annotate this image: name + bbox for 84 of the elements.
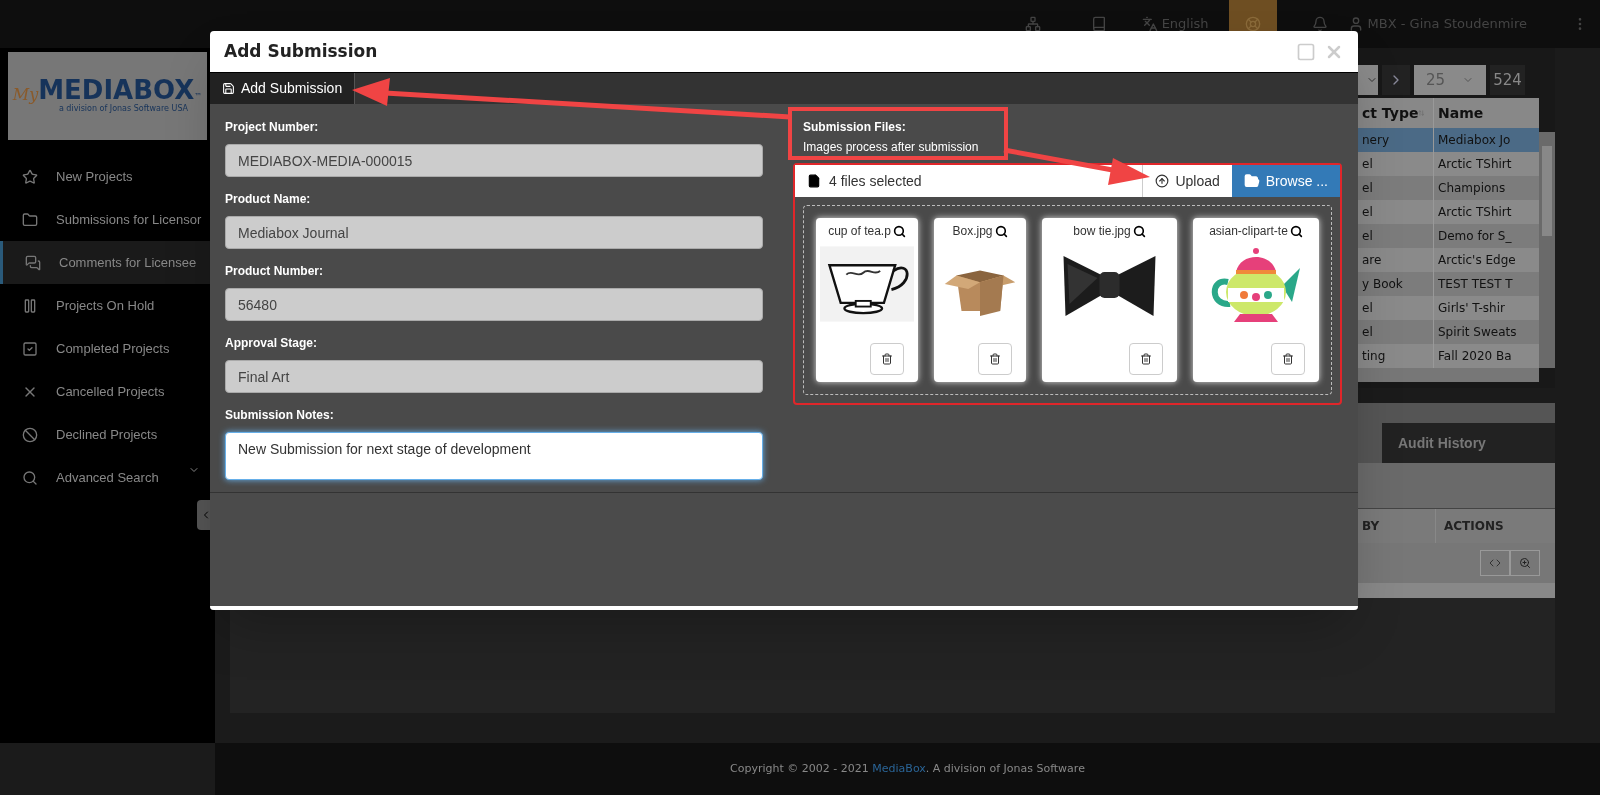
save-button[interactable]: Add Submission (210, 73, 356, 104)
files-hint: Images process after submission (802, 139, 979, 156)
table-cell-text: el (1361, 324, 1374, 341)
delete-button[interactable] (1271, 343, 1305, 375)
file-name: cup of tea.p (828, 223, 891, 240)
search-icon[interactable] (1289, 225, 1303, 238)
sidebar-item[interactable]: Cancelled Projects (0, 370, 215, 413)
table-row[interactable]: el Champions (1358, 176, 1539, 200)
comments-icon (25, 254, 41, 271)
folder-icon (1243, 173, 1260, 189)
file-name: bow tie.jpg (1073, 223, 1131, 240)
table-row[interactable]: el Spirit Sweats (1358, 320, 1539, 344)
table-row[interactable]: are Arctic's Edge (1358, 248, 1539, 272)
search-icon (22, 469, 38, 486)
table-cell-text: el (1361, 228, 1374, 245)
sidebar-item[interactable]: Declined Projects (0, 413, 215, 456)
tab[interactable]: Audit History (1382, 423, 1555, 463)
table-row[interactable]: el Arctic TShirt (1358, 200, 1539, 224)
browse-button[interactable]: Browse ... (1231, 165, 1340, 197)
dialog-title: Add Submission (224, 39, 378, 63)
zoom-icon (1519, 557, 1531, 569)
field-label: Project Number: (225, 119, 320, 136)
horizontal-scrollbar[interactable] (1358, 368, 1539, 382)
sidebar-item[interactable]: Submissions for Licensor (0, 198, 215, 241)
table-cell-text: are (1361, 252, 1383, 269)
ban-icon (22, 426, 38, 443)
field-label: Product Number: (225, 263, 324, 280)
sitemap-icon[interactable] (1024, 16, 1041, 32)
table-cell-text: y Book (1361, 276, 1404, 293)
zoom-button[interactable] (1510, 550, 1540, 576)
folder-icon (22, 211, 38, 228)
field-label: Submission Notes: (225, 407, 335, 424)
trash-icon (989, 353, 1001, 365)
file-name: asian-clipart-te (1209, 223, 1288, 240)
table-row[interactable]: el Demo for S_ (1358, 224, 1539, 248)
pause-icon (22, 297, 38, 314)
table-row[interactable]: el Arctic TShirt (1358, 152, 1539, 176)
table-cell-text: el (1361, 204, 1374, 221)
table-cell-text: el (1361, 300, 1374, 317)
save-icon (222, 82, 235, 95)
column-header[interactable]: ct Type (1358, 98, 1433, 128)
trash-icon (1282, 353, 1294, 365)
file-name: Box.jpg (952, 223, 993, 240)
trash-icon (1140, 353, 1152, 365)
upload-icon (1155, 174, 1170, 188)
sidebar-item[interactable]: New Projects (0, 155, 215, 198)
sidebar-item[interactable]: Completed Projects (0, 327, 215, 370)
sidebar-item[interactable]: Projects On Hold (0, 284, 215, 327)
logo-name: MEDIABOX (38, 77, 195, 103)
sidebar-item[interactable]: Advanced Search (0, 456, 215, 499)
file-icon (807, 174, 821, 188)
scrollbar[interactable] (1539, 132, 1555, 368)
table-cell-text: el (1361, 156, 1374, 173)
field-label: Approval Stage: (225, 335, 318, 352)
field-label: Product Name: (225, 191, 312, 208)
table-cell-text: nery (1361, 132, 1391, 149)
trash-icon (881, 353, 893, 365)
table-cell-text: el (1361, 180, 1374, 197)
check-icon (22, 340, 38, 357)
code-icon (1489, 557, 1501, 569)
table-row[interactable]: y Book TEST TEST T (1358, 272, 1539, 296)
logo-script: My (12, 87, 39, 103)
files-label: Submission Files: (802, 119, 906, 136)
delete-button[interactable] (978, 343, 1012, 375)
table-cell-text: ting (1361, 348, 1387, 365)
table-row[interactable]: ting Fall 2020 Ba (1358, 344, 1539, 368)
notes-field[interactable]: New Submission for next stage of development (225, 432, 763, 480)
search-icon[interactable] (892, 225, 906, 238)
delete-button[interactable] (870, 343, 904, 375)
copyright-text: Copyright © 2002 - 2021 MediaBox. A division of Jonas Software (730, 760, 1085, 777)
total-count: 524 (1490, 65, 1525, 95)
trademark: ™ (194, 91, 203, 103)
search-icon[interactable] (994, 225, 1008, 238)
search-icon[interactable] (1132, 225, 1146, 238)
column-header: BY (1361, 518, 1381, 535)
bell-icon[interactable] (1311, 16, 1328, 32)
star-icon (22, 168, 38, 185)
mediabox-link[interactable]: MediaBox (872, 761, 926, 775)
table-row[interactable]: el Girls' T-shir (1358, 296, 1539, 320)
table-row[interactable]: nery Mediabox Jo (1358, 128, 1539, 152)
delete-button[interactable] (1129, 343, 1163, 375)
file-caption: 4 files selected (795, 170, 922, 192)
logo-tagline: a division of Jonas Software USA (58, 103, 189, 115)
book-icon[interactable] (1090, 16, 1107, 32)
